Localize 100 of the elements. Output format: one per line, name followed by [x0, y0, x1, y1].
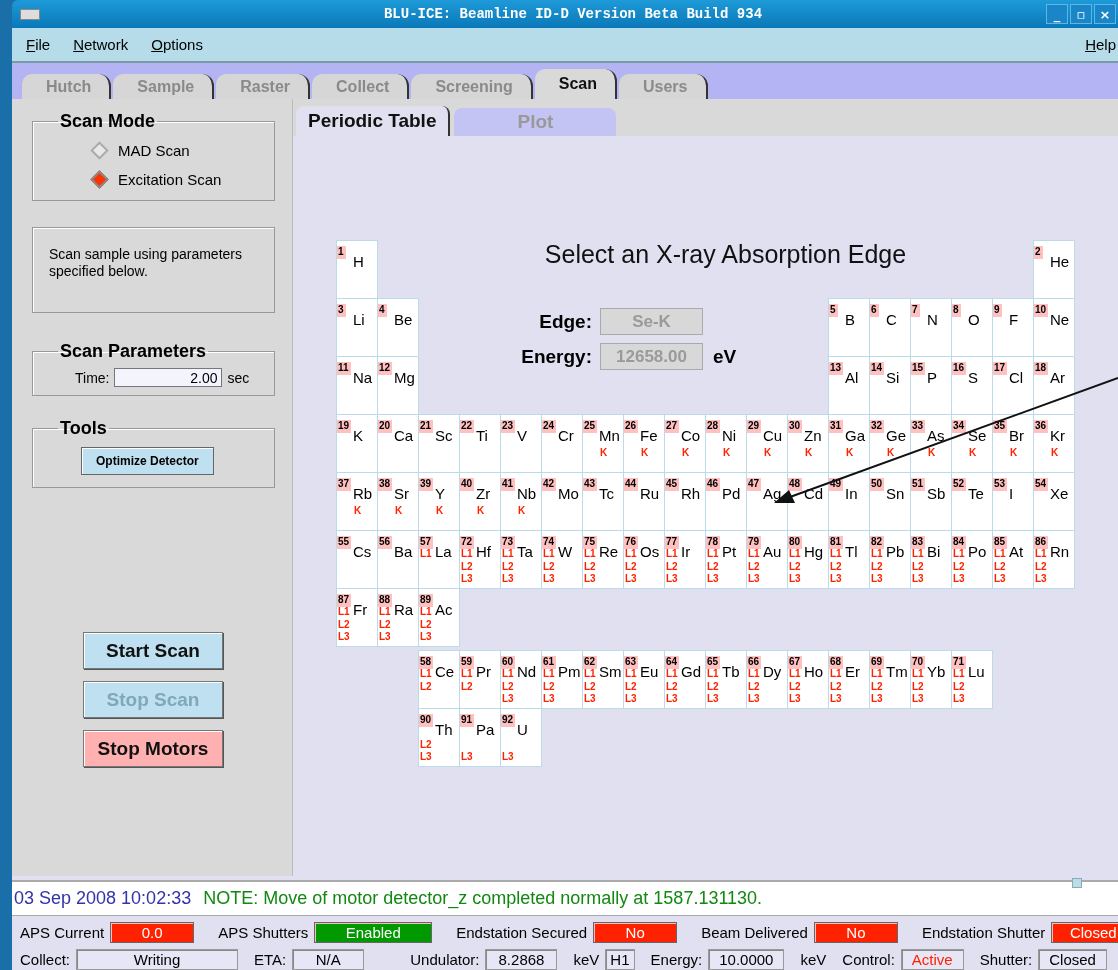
element-cell[interactable]: 8 O	[951, 298, 993, 357]
element-cell[interactable]: 13 Al	[828, 356, 870, 415]
element-cell[interactable]: 56 Ba	[377, 530, 419, 589]
element-cell[interactable]: 42 Mo	[541, 472, 583, 531]
element-cell[interactable]: 17 Cl	[992, 356, 1034, 415]
edge-option[interactable]: L1	[419, 668, 432, 679]
element-cell[interactable]: 35 Br K	[992, 414, 1034, 473]
edge-option[interactable]: L3	[501, 573, 514, 585]
edge-option[interactable]: L1	[583, 548, 596, 559]
tab[interactable]: Scan	[534, 69, 617, 99]
element-cell[interactable]: 37 Rb K	[336, 472, 378, 531]
edge-option[interactable]: L1	[460, 668, 473, 679]
edge-option[interactable]: L2	[460, 561, 473, 573]
edge-option[interactable]: L3	[829, 693, 842, 705]
edge-option[interactable]: L2	[952, 561, 965, 573]
radio-label[interactable]: MAD Scan	[118, 142, 190, 159]
edge-option[interactable]: K	[720, 446, 731, 459]
edge-option[interactable]: L1	[952, 548, 965, 559]
edge-option[interactable]: L2	[952, 681, 965, 693]
window-menu-icon[interactable]	[20, 8, 40, 20]
edge-option[interactable]: K	[515, 504, 526, 517]
window-control-button[interactable]: ▫	[1070, 4, 1092, 24]
edge-option[interactable]: L3	[870, 573, 883, 585]
edge-option[interactable]: L3	[378, 631, 391, 643]
edge-option[interactable]: L1	[952, 668, 965, 679]
help-menu[interactable]: Help	[1085, 36, 1116, 53]
edge-option[interactable]: L2	[419, 681, 432, 693]
edge-option[interactable]: L3	[583, 573, 596, 585]
edge-option[interactable]: L2	[542, 561, 555, 573]
element-cell[interactable]: 45 Rh	[664, 472, 706, 531]
edge-option[interactable]: K	[597, 446, 608, 459]
edge-option[interactable]: L3	[911, 693, 924, 705]
tab[interactable]: Hutch	[22, 74, 112, 99]
edge-option[interactable]: K	[351, 504, 362, 517]
edge-option[interactable]: L2	[419, 739, 432, 751]
element-cell[interactable]: 20 Ca	[377, 414, 419, 473]
edge-option[interactable]: L1	[747, 548, 760, 559]
window-control-button[interactable]: _	[1046, 4, 1068, 24]
edge-option[interactable]: L1	[460, 548, 473, 559]
edge-option[interactable]: L2	[583, 561, 596, 573]
edge-option[interactable]: K	[966, 446, 977, 459]
edge-option[interactable]: L3	[706, 693, 719, 705]
element-cell[interactable]: 5 B	[828, 298, 870, 357]
element-cell[interactable]: 4 Be	[377, 298, 419, 357]
element-cell[interactable]: 16 S	[951, 356, 993, 415]
edge-option[interactable]: L1	[706, 668, 719, 679]
tab[interactable]: Users	[619, 74, 708, 99]
edge-option[interactable]: L3	[952, 573, 965, 585]
edge-option[interactable]: K	[392, 504, 403, 517]
edge-option[interactable]: L2	[583, 681, 596, 693]
edge-option[interactable]: L3	[829, 573, 842, 585]
element-cell[interactable]: 52 Te	[951, 472, 993, 531]
edge-option[interactable]: L1	[911, 668, 924, 679]
element-cell[interactable]: 6 C	[869, 298, 911, 357]
edge-option[interactable]: L1	[583, 668, 596, 679]
edge-option[interactable]: L3	[747, 573, 760, 585]
edge-option[interactable]: L2	[501, 561, 514, 573]
element-cell[interactable]: 7 N	[910, 298, 952, 357]
element-cell[interactable]: 92 U L3	[500, 708, 542, 767]
scan-action-button[interactable]: Start Scan	[83, 632, 223, 669]
element-cell[interactable]: 40 Zr K	[459, 472, 501, 531]
edge-option[interactable]: L2	[501, 681, 514, 693]
edge-option[interactable]: K	[802, 446, 813, 459]
element-cell[interactable]: 29 Cu K	[746, 414, 788, 473]
tab[interactable]: Collect	[312, 74, 410, 99]
edge-option[interactable]: L1	[501, 548, 514, 559]
edge-option[interactable]: L1	[542, 668, 555, 679]
element-cell[interactable]: 43 Tc	[582, 472, 624, 531]
edge-option[interactable]: L3	[870, 693, 883, 705]
scan-action-button[interactable]: Stop Motors	[83, 730, 223, 767]
element-cell[interactable]: 38 Sr K	[377, 472, 419, 531]
edge-option[interactable]: L3	[624, 693, 637, 705]
edge-option[interactable]: L2	[460, 681, 473, 693]
element-cell[interactable]: 25 Mn K	[582, 414, 624, 473]
edge-option[interactable]: L3	[460, 573, 473, 585]
edge-option[interactable]: L3	[501, 693, 514, 705]
element-cell[interactable]: 11 Na	[336, 356, 378, 415]
element-cell[interactable]: 33 As K	[910, 414, 952, 473]
tab[interactable]: Sample	[113, 74, 215, 99]
edge-option[interactable]: L3	[501, 751, 514, 763]
edge-option[interactable]: L2	[870, 681, 883, 693]
edge-option[interactable]: L1	[911, 548, 924, 559]
edge-option[interactable]: L3	[993, 573, 1006, 585]
edge-option[interactable]: L2	[378, 619, 391, 631]
element-cell[interactable]: 21 Sc	[418, 414, 460, 473]
edge-option[interactable]: L1	[1034, 548, 1047, 559]
edge-option[interactable]: K	[1048, 446, 1059, 459]
edge-option[interactable]: L3	[624, 573, 637, 585]
tab[interactable]: Raster	[216, 74, 311, 99]
element-cell[interactable]: 28 Ni K	[705, 414, 747, 473]
edge-option[interactable]: L2	[911, 681, 924, 693]
edge-option[interactable]: L3	[911, 573, 924, 585]
edge-option[interactable]: L2	[665, 561, 678, 573]
element-cell[interactable]: 90 Th L2 L3	[418, 708, 460, 767]
element-cell[interactable]: 53 I	[992, 472, 1034, 531]
edge-option[interactable]: L2	[706, 561, 719, 573]
element-cell[interactable]: 15 P	[910, 356, 952, 415]
edge-option[interactable]: L1	[829, 548, 842, 559]
edge-option[interactable]: L1	[706, 548, 719, 559]
edge-option[interactable]: L2	[788, 681, 801, 693]
